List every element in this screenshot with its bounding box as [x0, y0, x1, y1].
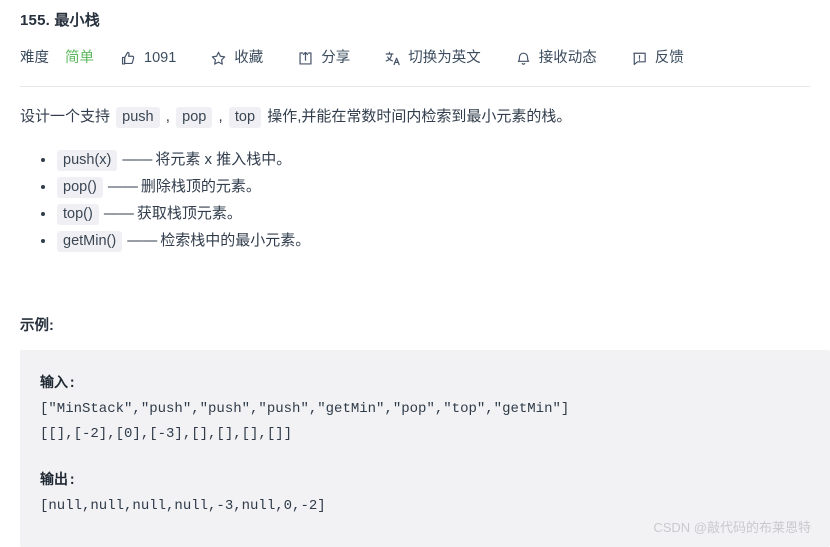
output-label: 输出: [40, 473, 77, 489]
operation-code: push(x) [57, 150, 118, 171]
operation-code: getMin() [57, 231, 123, 252]
problem-page: 155. 最小栈 难度 简单 1091 收藏 分享 切换为英文 接收动态 反馈 … [0, 0, 830, 547]
desc-sep-1: , [161, 108, 175, 125]
watermark: CSDN @敲代码的布莱恩特 [653, 520, 811, 535]
problem-toolbar: 难度 简单 1091 收藏 分享 切换为英文 接收动态 反馈 [20, 44, 810, 72]
list-item: pop() —— 删除栈顶的元素。 [40, 173, 310, 200]
page-title: 155. 最小栈 [20, 12, 100, 29]
share-button[interactable]: 分享 [297, 50, 350, 67]
header-divider [20, 86, 810, 87]
subscribe-button[interactable]: 接收动态 [515, 50, 597, 67]
input-label: 输入: [40, 376, 77, 392]
translate-label: 切换为英文 [408, 49, 481, 66]
share-icon [297, 50, 314, 67]
like-count: 1091 [144, 49, 177, 66]
desc-part-2: 操作,并能在常数时间内检索到最小元素的栈。 [263, 108, 572, 125]
problem-description: 设计一个支持 push , pop , top 操作,并能在常数时间内检索到最小… [20, 104, 820, 130]
bell-icon [515, 50, 532, 67]
translate-button[interactable]: 切换为英文 [384, 50, 481, 67]
difficulty-indicator: 难度 简单 [20, 51, 94, 66]
operation-dash: —— [103, 205, 134, 222]
list-item: push(x) —— 将元素 x 推入栈中。 [40, 146, 310, 173]
operation-text: 检索栈中的最小元素。 [160, 232, 311, 249]
difficulty-value: 简单 [65, 49, 94, 66]
translate-icon [384, 50, 401, 67]
output-line-1: [null,null,null,null,-3,null,0,-2] [40, 498, 326, 514]
code-spacer [40, 447, 810, 469]
operation-dash: —— [107, 178, 138, 195]
inline-code-push: push [116, 107, 160, 128]
inline-code-pop: pop [176, 107, 213, 128]
feedback-label: 反馈 [654, 49, 684, 66]
inline-code-top: top [228, 107, 262, 128]
like-button[interactable]: 1091 [120, 50, 176, 67]
operation-dash: —— [122, 151, 153, 168]
operation-text: 获取栈顶元素。 [136, 205, 242, 222]
feedback-button[interactable]: 反馈 [631, 50, 684, 67]
operation-text: 将元素 x 推入栈中。 [155, 151, 292, 168]
subscribe-label: 接收动态 [538, 49, 597, 66]
favorite-button[interactable]: 收藏 [210, 50, 263, 67]
difficulty-label: 难度 [20, 49, 49, 66]
star-icon [210, 50, 227, 67]
favorite-label: 收藏 [234, 49, 264, 66]
example-heading: 示例: [20, 318, 54, 334]
thumbs-up-icon [120, 50, 137, 67]
operation-dash: —— [127, 232, 158, 249]
list-item: getMin() —— 检索栈中的最小元素。 [40, 227, 311, 254]
operations-list: push(x) —— 将元素 x 推入栈中。 pop() —— 删除栈顶的元素。 top… [38, 146, 310, 254]
operation-code: pop() [57, 177, 103, 198]
desc-part-1: 设计一个支持 [20, 108, 115, 125]
input-line-2: [[],[-2],[0],[-3],[],[],[],[]] [40, 426, 293, 442]
list-item: top() —— 获取栈顶元素。 [40, 200, 310, 227]
operation-code: top() [57, 204, 99, 225]
operation-text: 删除栈顶的元素。 [140, 178, 261, 195]
desc-sep-2: , [214, 108, 227, 125]
feedback-icon [631, 50, 648, 67]
share-label: 分享 [321, 49, 351, 66]
input-line-1: ["MinStack","push","push","push","getMin… [40, 401, 570, 417]
